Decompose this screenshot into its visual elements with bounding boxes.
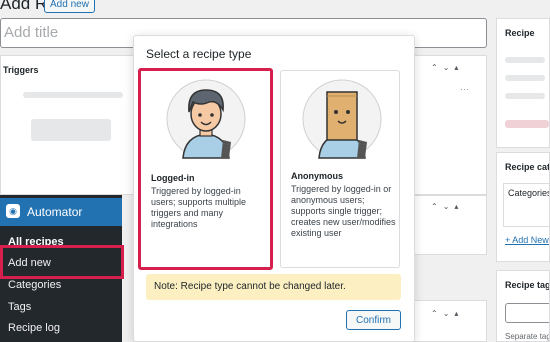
anonymous-user-icon (302, 79, 382, 159)
categories-box: Recipe categories Categories + Add New C… (496, 152, 550, 262)
sidebar-item-add-new[interactable]: Add new (8, 257, 51, 269)
logged-in-description: Triggered by logged-in users; supports m… (151, 186, 247, 229)
recipe-box: Recipe (496, 18, 550, 148)
anonymous-title: Anonymous (291, 171, 344, 181)
categories-list: Categories (503, 183, 549, 227)
modal-title: Select a recipe type (146, 47, 252, 61)
add-new-button[interactable]: Add new (44, 0, 95, 13)
panel-controls[interactable]: ⌃⌄▴ (431, 202, 463, 211)
placeholder-bar (505, 57, 545, 63)
confirm-button[interactable]: Confirm (346, 310, 401, 330)
logged-in-user-icon (166, 79, 246, 159)
automator-title: Automator (27, 205, 83, 219)
placeholder-bar (505, 75, 545, 81)
separate-tags-hint: Separate tags with commas (505, 332, 549, 341)
recipe-type-modal: Select a recipe type Logged-in Triggered… (133, 35, 415, 342)
placeholder-bar (505, 120, 549, 128)
sidebar-item-recipe-log[interactable]: Recipe log (8, 322, 60, 334)
menu-arrow (122, 205, 129, 219)
tags-box: Recipe tags Separate tags with commas (496, 270, 550, 342)
logged-in-title: Logged-in (151, 173, 195, 183)
panel-controls[interactable]: ⌃⌄▴ (431, 63, 463, 72)
sidebar-item-tags[interactable]: Tags (8, 301, 31, 313)
placeholder-bar (505, 93, 545, 99)
anonymous-description: Triggered by logged-in or anonymous user… (291, 184, 396, 238)
recipe-type-note: Note: Recipe type cannot be changed late… (146, 274, 401, 300)
anonymous-option[interactable]: Anonymous Triggered by logged-in or anon… (280, 70, 400, 268)
categories-heading: Recipe categories (505, 162, 550, 172)
tags-input[interactable] (505, 303, 549, 323)
add-new-category-link[interactable]: + Add New Category (505, 235, 549, 245)
placeholder-block (31, 119, 111, 141)
triggers-heading: Triggers (3, 65, 39, 75)
panel-controls[interactable]: ⌃⌄▴ (431, 309, 463, 318)
recipe-box-heading: Recipe (505, 28, 535, 38)
more-icon[interactable]: ⋯ (460, 84, 469, 95)
logged-in-option[interactable]: Logged-in Triggered by logged-in users; … (138, 68, 273, 270)
automator-icon: ◉ (6, 204, 20, 218)
tags-heading: Recipe tags (505, 280, 550, 290)
placeholder-bar (23, 92, 123, 98)
sidebar-item-categories[interactable]: Categories (8, 279, 61, 291)
automator-menu[interactable]: ◉ Automator (0, 198, 122, 226)
